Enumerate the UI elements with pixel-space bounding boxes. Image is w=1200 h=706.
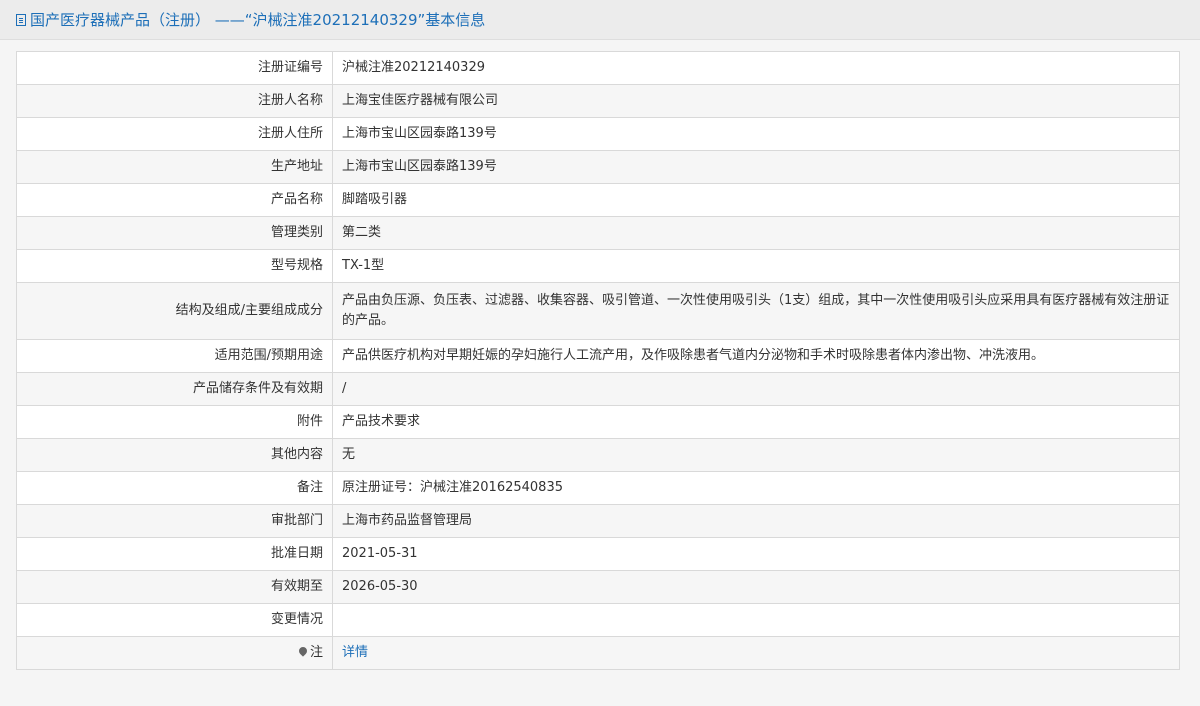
row-label: 有效期至 [16, 570, 333, 604]
document-icon [16, 13, 26, 26]
row-label: 审批部门 [16, 504, 333, 538]
row-label: 附件 [16, 405, 333, 439]
row-label: 适用范围/预期用途 [16, 339, 333, 373]
table-row: 其他内容 无 [16, 438, 1180, 472]
pin-icon [297, 645, 309, 657]
row-value: 2021-05-31 [332, 537, 1180, 571]
note-label-text: 注 [309, 645, 323, 660]
table-row: 有效期至 2026-05-30 [16, 570, 1180, 604]
table-row: 产品储存条件及有效期 / [16, 372, 1180, 406]
info-table: 注册证编号 沪械注准20212140329 注册人名称 上海宝佳医疗器械有限公司… [16, 51, 1180, 670]
row-value: 产品技术要求 [332, 405, 1180, 439]
row-label: 其他内容 [16, 438, 333, 472]
row-label: 结构及组成/主要组成成分 [16, 282, 333, 340]
page: 国产医疗器械产品（注册） ——“沪械注准20212140329”基本信息 注册证… [0, 0, 1200, 706]
row-label: 注册证编号 [16, 51, 333, 85]
row-value: / [332, 372, 1180, 406]
row-value: 原注册证号：沪械注准20162540835 [332, 471, 1180, 505]
row-value: 上海市药品监督管理局 [332, 504, 1180, 538]
table-row: 产品名称 脚踏吸引器 [16, 183, 1180, 217]
page-title: 国产医疗器械产品（注册） ——“沪械注准20212140329”基本信息 [30, 11, 486, 29]
table-row: 管理类别 第二类 [16, 216, 1180, 250]
table-row: 审批部门 上海市药品监督管理局 [16, 504, 1180, 538]
table-row: 适用范围/预期用途 产品供医疗机构对早期妊娠的孕妇施行人工流产用，及作吸除患者气… [16, 339, 1180, 373]
row-value: 上海宝佳医疗器械有限公司 [332, 84, 1180, 118]
row-label: 备注 [16, 471, 333, 505]
row-value: 产品供医疗机构对早期妊娠的孕妇施行人工流产用，及作吸除患者气道内分泌物和手术时吸… [332, 339, 1180, 373]
table-row: 型号规格 TX-1型 [16, 249, 1180, 283]
row-value: 详情 [332, 636, 1180, 670]
row-label: 生产地址 [16, 150, 333, 184]
table-row: 生产地址 上海市宝山区园泰路139号 [16, 150, 1180, 184]
row-value: 产品由负压源、负压表、过滤器、收集容器、吸引管道、一次性使用吸引头（1支）组成，… [332, 282, 1180, 340]
row-value: 2026-05-30 [332, 570, 1180, 604]
row-label: 型号规格 [16, 249, 333, 283]
table-row: 变更情况 [16, 603, 1180, 637]
table-row: 注册人住所 上海市宝山区园泰路139号 [16, 117, 1180, 151]
row-value: TX-1型 [332, 249, 1180, 283]
table-row: 备注 原注册证号：沪械注准20162540835 [16, 471, 1180, 505]
row-value: 沪械注准20212140329 [332, 51, 1180, 85]
row-value: 无 [332, 438, 1180, 472]
note-row-label: 注 [16, 636, 333, 670]
row-label: 批准日期 [16, 537, 333, 571]
info-panel: 注册证编号 沪械注准20212140329 注册人名称 上海宝佳医疗器械有限公司… [0, 40, 1200, 706]
table-row: 结构及组成/主要组成成分 产品由负压源、负压表、过滤器、收集容器、吸引管道、一次… [16, 282, 1180, 340]
table-row: 批准日期 2021-05-31 [16, 537, 1180, 571]
row-label: 变更情况 [16, 603, 333, 637]
row-label: 产品名称 [16, 183, 333, 217]
table-row: 注册证编号 沪械注准20212140329 [16, 51, 1180, 85]
row-label: 注册人名称 [16, 84, 333, 118]
row-label: 管理类别 [16, 216, 333, 250]
details-link[interactable]: 详情 [342, 645, 368, 660]
row-value: 第二类 [332, 216, 1180, 250]
row-value [332, 603, 1180, 637]
row-label: 注册人住所 [16, 117, 333, 151]
table-row: 注 详情 [16, 636, 1180, 670]
table-row: 注册人名称 上海宝佳医疗器械有限公司 [16, 84, 1180, 118]
row-label: 产品储存条件及有效期 [16, 372, 333, 406]
table-row: 附件 产品技术要求 [16, 405, 1180, 439]
page-header: 国产医疗器械产品（注册） ——“沪械注准20212140329”基本信息 [0, 0, 1200, 40]
row-value: 上海市宝山区园泰路139号 [332, 150, 1180, 184]
row-value: 上海市宝山区园泰路139号 [332, 117, 1180, 151]
row-value: 脚踏吸引器 [332, 183, 1180, 217]
